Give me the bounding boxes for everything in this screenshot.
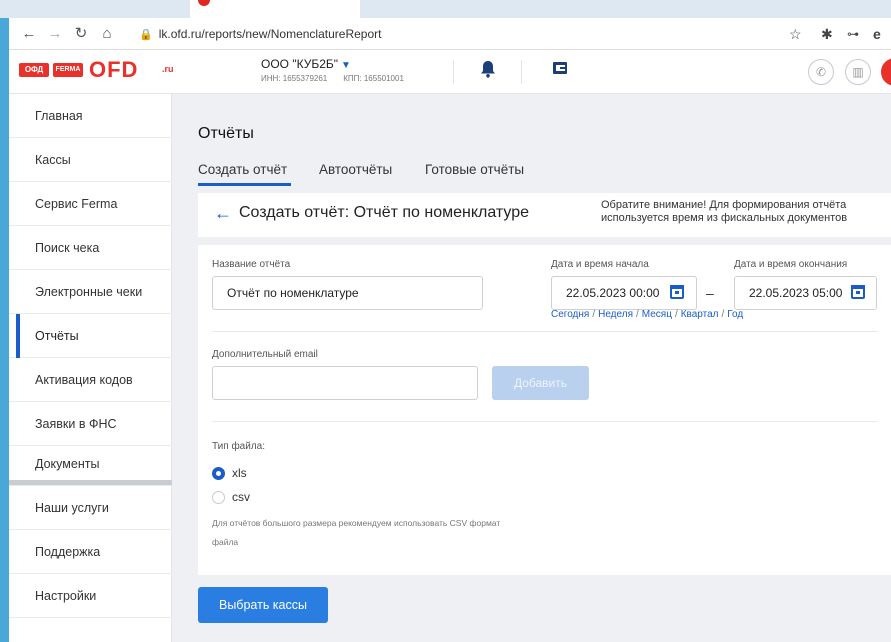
tab-create-report[interactable]: Создать отчёт — [198, 162, 287, 177]
tower-icon[interactable]: ▥ — [845, 59, 871, 85]
form-divider — [212, 421, 877, 422]
sidebar-item-support[interactable]: Поддержка — [9, 530, 172, 574]
report-name-label: Название отчёта — [212, 259, 291, 270]
sidebar-item-settings[interactable]: Настройки — [9, 574, 172, 618]
quick-range-quarter[interactable]: Квартал — [681, 309, 719, 320]
whatsapp-icon[interactable]: ✆ — [808, 59, 834, 85]
email-label: Дополнительный email — [212, 349, 318, 360]
sidebar-item-our-services[interactable]: Наши услуги — [9, 486, 172, 530]
header-divider — [453, 60, 454, 84]
select-cashboxes-button[interactable]: Выбрать кассы — [198, 587, 328, 623]
header-divider — [521, 60, 522, 84]
report-form: Название отчёта Дата и время начала 22.0… — [198, 245, 891, 575]
card-title: Создать отчёт: Отчёт по номенклатуре — [239, 204, 530, 221]
sidebar-item-ferma-service[interactable]: Сервис Ferma — [9, 182, 172, 226]
quick-range-week[interactable]: Неделя — [598, 309, 633, 320]
time-notice: Обратите внимание! Для формирования отчё… — [601, 199, 891, 225]
favicon-icon — [198, 0, 210, 6]
sidebar-item-reports[interactable]: Отчёты — [9, 314, 172, 358]
calendar-icon[interactable] — [851, 285, 865, 299]
browser-tab-strip — [0, 0, 891, 18]
lock-icon: 🔒 — [139, 29, 153, 41]
notice-line-1: Обратите внимание! Для формирования отчё… — [601, 199, 847, 211]
tab-ready-reports[interactable]: Готовые отчёты — [425, 162, 524, 177]
app-header: ОФД FERMA OFD .ru ООО "КУБ2Б" ▼ ИНН: 1655… — [9, 50, 891, 94]
forward-icon[interactable]: → — [45, 24, 65, 44]
caret-down-icon: ▼ — [341, 60, 351, 71]
home-icon[interactable]: ⌂ — [97, 24, 117, 44]
sidebar-item-cashboxes[interactable]: Кассы — [9, 138, 172, 182]
report-name-input[interactable] — [212, 276, 483, 310]
add-email-button[interactable]: Добавить — [492, 366, 589, 400]
browser-toolbar: ← → ↻ ⌂ 🔒 lk.ofd.ru/reports/new/Nomenclat… — [9, 18, 891, 50]
address-bar[interactable]: 🔒 lk.ofd.ru/reports/new/NomenclatureRepor… — [139, 24, 381, 44]
file-format-hint: Для отчётов большого размера рекомендуем… — [212, 518, 501, 528]
end-datetime-input[interactable]: 22.05.2023 05:00 — [734, 276, 877, 310]
radio-csv[interactable] — [212, 491, 225, 504]
tab-auto-reports[interactable]: Автоотчёты — [319, 162, 392, 177]
user-avatar[interactable] — [881, 58, 891, 86]
wallet-icon[interactable] — [549, 60, 571, 82]
org-inn: ИНН: 1655379261 — [261, 74, 328, 83]
radio-xls-label[interactable]: xls — [232, 466, 247, 480]
email-input[interactable] — [212, 366, 478, 400]
start-datetime-value: 22.05.2023 00:00 — [566, 286, 660, 300]
logo[interactable]: OFD — [89, 58, 138, 82]
sidebar-divider — [9, 480, 172, 485]
org-kpp: КПП: 165501001 — [343, 74, 404, 83]
file-type-label: Тип файла: — [212, 441, 265, 452]
browser-tab[interactable] — [190, 0, 360, 18]
quick-range-today[interactable]: Сегодня — [551, 309, 589, 320]
report-card-header: ← Создать отчёт: Отчёт по номенклатуре О… — [198, 193, 891, 237]
calendar-icon[interactable] — [670, 285, 684, 299]
form-divider — [212, 331, 877, 332]
logo-suffix: .ru — [162, 64, 174, 74]
end-datetime-label: Дата и время окончания — [734, 259, 848, 270]
url-text: lk.ofd.ru/reports/new/NomenclatureReport — [158, 27, 382, 41]
radio-csv-label[interactable]: csv — [232, 490, 250, 504]
star-icon[interactable]: ☆ — [789, 24, 802, 44]
quick-range-month[interactable]: Месяц — [642, 309, 672, 320]
key-icon[interactable]: ⊶ — [847, 24, 859, 44]
sidebar-item-home[interactable]: Главная — [9, 94, 172, 138]
logo-badge-ferma[interactable]: FERMA — [53, 63, 83, 77]
extensions-icon[interactable]: ✱ — [821, 24, 833, 44]
sidebar-item-receipt-search[interactable]: Поиск чека — [9, 226, 172, 270]
logo-badge-ofd[interactable]: ОФД — [19, 63, 49, 77]
notice-line-2: используется время из фискальных докумен… — [601, 212, 848, 224]
sidebar-item-code-activation[interactable]: Активация кодов — [9, 358, 172, 402]
start-datetime-input[interactable]: 22.05.2023 00:00 — [551, 276, 697, 310]
active-tab-indicator — [198, 183, 291, 186]
sidebar: Главная Кассы Сервис Ferma Поиск чека Эл… — [9, 94, 172, 642]
reload-icon[interactable]: ↻ — [71, 24, 91, 44]
profile-icon[interactable]: e — [873, 24, 881, 44]
window-left-edge — [0, 18, 9, 642]
back-icon[interactable]: ← — [19, 24, 39, 44]
quick-range-links: Сегодня / Неделя / Месяц / Квартал / Год — [551, 309, 744, 320]
page-title: Отчёты — [198, 125, 254, 142]
back-arrow-icon[interactable]: ← — [214, 203, 232, 223]
quick-range-year[interactable]: Год — [727, 309, 743, 320]
org-name: ООО "КУБ2Б" — [261, 57, 339, 71]
sidebar-item-e-receipts[interactable]: Электронные чеки — [9, 270, 172, 314]
range-dash: – — [706, 285, 714, 301]
start-datetime-label: Дата и время начала — [551, 259, 649, 270]
end-datetime-value: 22.05.2023 05:00 — [749, 286, 843, 300]
radio-xls[interactable] — [212, 467, 225, 480]
sidebar-item-fns-requests[interactable]: Заявки в ФНС — [9, 402, 172, 446]
file-format-hint-2: файла — [212, 537, 239, 547]
organization-selector[interactable]: ООО "КУБ2Б" ▼ ИНН: 1655379261 КПП: 1655010… — [261, 57, 404, 83]
bell-icon[interactable] — [477, 60, 499, 82]
